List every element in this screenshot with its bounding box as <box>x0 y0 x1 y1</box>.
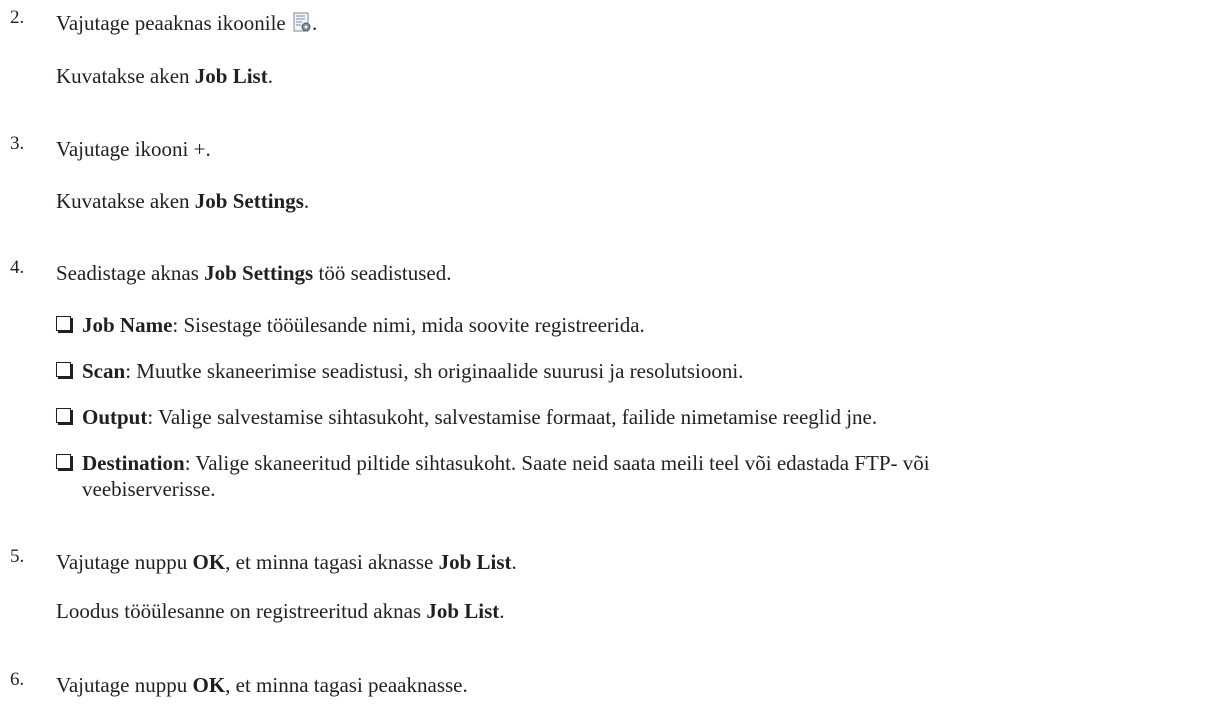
step-result: Kuvatakse aken Job List. <box>56 64 273 88</box>
step-instruction: Vajutage nuppu OK, et minna tagasi peaak… <box>56 673 468 697</box>
step-instruction: Vajutage nuppu OK, et minna tagasi aknas… <box>56 550 517 574</box>
step-result: Loodus tööülesanne on registreeritud akn… <box>56 599 505 623</box>
checkbox-bullet-icon <box>56 454 71 469</box>
checkbox-bullet-icon <box>56 316 71 331</box>
job-list-settings-icon <box>293 12 312 33</box>
checkbox-bullet-icon <box>56 362 71 377</box>
step-instruction: Vajutage ikooni +. <box>56 137 211 161</box>
step-number: 3. <box>10 133 25 154</box>
step-number: 4. <box>10 257 25 278</box>
step-instruction: Seadistage aknas Job Settings töö seadis… <box>56 261 452 285</box>
step-result: Kuvatakse aken Job Settings. <box>56 189 310 213</box>
step-number: 6. <box>10 669 25 690</box>
checkbox-bullet-icon <box>56 408 71 423</box>
step-instruction: Vajutage peaaknas ikoonile . <box>56 11 318 35</box>
step-number: 5. <box>10 546 25 567</box>
step-number: 2. <box>10 7 25 28</box>
